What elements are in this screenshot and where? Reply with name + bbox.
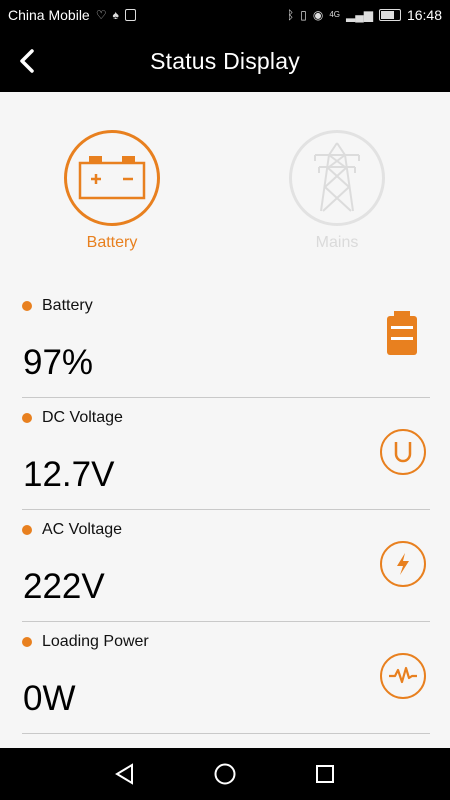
nav-home-button[interactable] xyxy=(213,762,237,786)
status-label-battery: Battery xyxy=(42,297,93,314)
status-row-label-wrap: Loading Power xyxy=(22,633,149,651)
heart-icon: ♡ xyxy=(95,8,107,22)
status-row-label-wrap: AC Voltage xyxy=(22,521,122,539)
clock: 16:48 xyxy=(406,7,442,23)
bullet-dot-icon xyxy=(22,525,32,535)
status-bar-right: ᛒ ▯ ◉ 4G ▂▄▆ 16:48 xyxy=(287,7,442,23)
status-bar-left: China Mobile ♡ ♠ xyxy=(8,7,136,23)
mode-mains-circle xyxy=(289,130,385,226)
status-row-loading-power: Loading Power 0W xyxy=(22,621,430,734)
bullet-dot-icon xyxy=(22,413,32,423)
mode-battery-label: Battery xyxy=(86,234,138,251)
notification-icon xyxy=(124,9,136,21)
signal-icon: ▂▄▆ xyxy=(345,8,373,22)
eye-icon: ◉ xyxy=(312,8,324,22)
status-label-loading-power: Loading Power xyxy=(42,633,149,650)
app-bar: Status Display xyxy=(0,31,450,92)
u-voltage-icon xyxy=(380,429,426,475)
bullet-dot-icon xyxy=(22,301,32,311)
power-tower-icon xyxy=(314,142,360,212)
pulse-wave-icon xyxy=(380,653,426,699)
status-bar: China Mobile ♡ ♠ ᛒ ▯ ◉ 4G ▂▄▆ 16:48 xyxy=(0,0,450,31)
lightning-circle xyxy=(380,541,426,587)
status-label-ac-voltage: AC Voltage xyxy=(42,521,123,538)
status-value-ac-voltage: 222V xyxy=(23,567,105,606)
car-battery-icon xyxy=(78,156,146,200)
system-nav-bar xyxy=(0,748,450,800)
pulse-wave-circle xyxy=(380,653,426,699)
nav-back-button[interactable] xyxy=(113,762,137,786)
nav-recents-button[interactable] xyxy=(313,762,337,786)
bluetooth-icon: ᛒ xyxy=(287,8,295,22)
status-value-dc-voltage: 12.7V xyxy=(23,455,115,494)
battery-status-icon xyxy=(378,9,401,21)
mode-battery-circle xyxy=(64,130,160,226)
battery-level-icon xyxy=(380,309,424,355)
page-title: Status Display xyxy=(150,48,300,74)
status-label-dc-voltage: DC Voltage xyxy=(42,409,123,426)
u-voltage-circle xyxy=(380,429,426,475)
status-row-label-wrap: Battery xyxy=(22,297,93,315)
mode-mains[interactable]: Mains xyxy=(287,130,387,252)
vibrate-icon: ▯ xyxy=(300,8,307,22)
status-row-ac-voltage: AC Voltage 222V xyxy=(22,509,430,622)
status-row-label-wrap: DC Voltage xyxy=(22,409,123,427)
recents-square-icon xyxy=(316,765,334,783)
status-value-battery: 97% xyxy=(23,343,94,382)
status-value-loading-power: 0W xyxy=(23,679,76,718)
lightning-icon xyxy=(380,541,426,587)
back-triangle-icon xyxy=(115,763,133,785)
mode-mains-label: Mains xyxy=(315,234,359,251)
mode-battery[interactable]: Battery xyxy=(62,130,162,252)
bullet-dot-icon xyxy=(22,637,32,647)
status-row-battery: Battery 97% xyxy=(22,285,430,398)
carrier-name: China Mobile xyxy=(8,7,90,23)
qq-icon: ♠ xyxy=(112,8,119,22)
mode-selector: Battery Mains xyxy=(0,92,450,280)
home-circle-icon xyxy=(214,763,236,785)
status-row-dc-voltage: DC Voltage 12.7V xyxy=(22,397,430,510)
network-type: 4G xyxy=(329,10,340,19)
